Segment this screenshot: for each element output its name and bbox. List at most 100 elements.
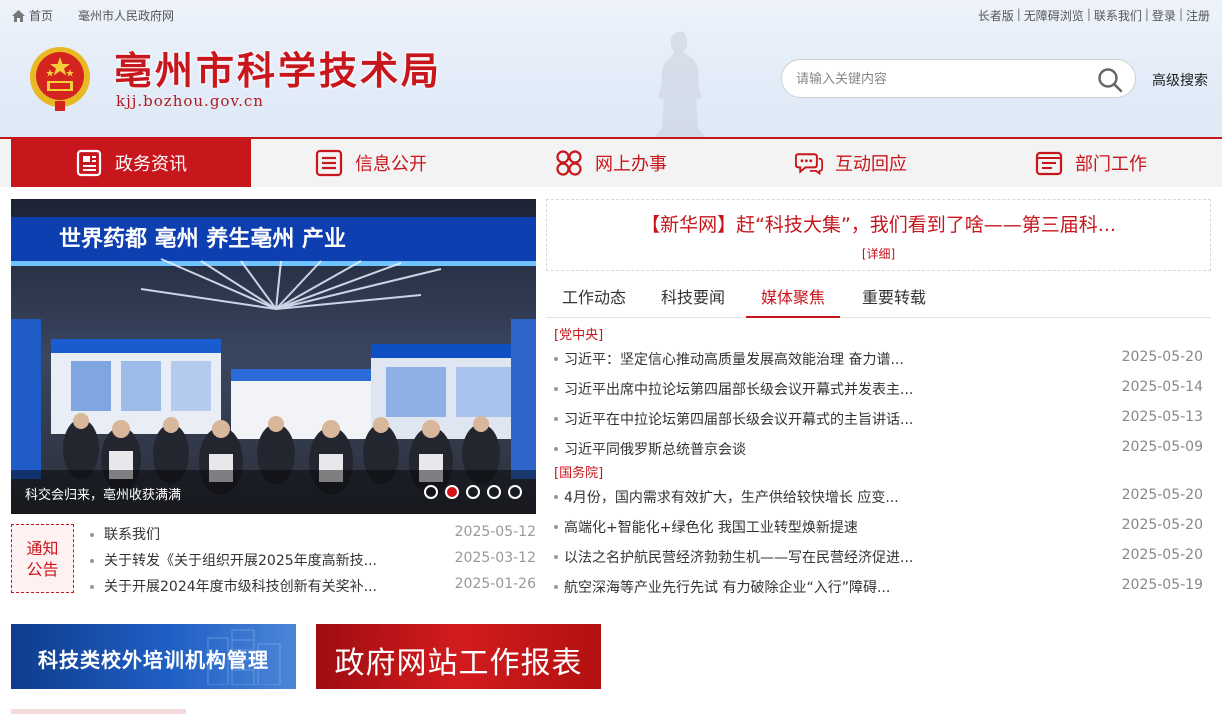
banner-image: 世界药都 亳州 养生亳州 产业 — [11, 199, 536, 514]
headline-more-link[interactable]: [详细] — [547, 245, 1210, 262]
register-link[interactable]: 注册 — [1186, 7, 1210, 24]
notice-title[interactable]: 关于转发《关于组织开展2025年度高新技... — [104, 550, 377, 570]
nav-item-news[interactable]: 政务资讯 — [11, 139, 251, 187]
bullet-icon — [554, 585, 558, 589]
news-doc-icon — [76, 149, 102, 177]
news-title[interactable]: 高端化+智能化+绿色化 我国工业转型焕新提速 — [564, 517, 858, 537]
promo-banner-training-orgs[interactable]: 科技类校外培训机构管理 — [11, 624, 296, 689]
chat-bubble-icon — [795, 153, 823, 176]
home-link-label: 首页 — [29, 9, 54, 23]
news-date: 2025-05-20 — [1121, 487, 1203, 503]
promo-text: 政府网站工作报表 — [334, 646, 583, 681]
search-box — [781, 59, 1136, 98]
national-emblem-icon — [30, 47, 90, 111]
tab-work-updates[interactable]: 工作动态 — [562, 284, 626, 318]
carousel-dot-2[interactable] — [445, 485, 459, 499]
nav-item-interaction[interactable]: 互动回应 — [731, 139, 971, 187]
bullet-icon — [554, 447, 558, 451]
carousel-dot-1[interactable] — [424, 485, 438, 499]
bullet-icon — [554, 555, 558, 559]
list-item[interactable]: 习近平出席中拉论坛第四届部长级会议开幕式并发表主... 2025-05-14 — [554, 379, 1211, 401]
banner-sign-text: 世界药都 亳州 养生亳州 产业 — [59, 226, 346, 252]
list-doc-icon — [315, 149, 343, 177]
list-item[interactable]: 习近平：坚定信心推动高质量发展高效能治理 奋力谱... 2025-05-20 — [554, 349, 1211, 371]
news-title[interactable]: 4月份，国内需求有效扩大，生产供给较快增长 应变... — [564, 487, 899, 507]
bullet-icon — [90, 585, 94, 589]
news-date: 2025-05-20 — [1121, 349, 1203, 365]
carousel-dots — [424, 485, 522, 499]
news-title[interactable]: 习近平出席中拉论坛第四届部长级会议开幕式并发表主... — [564, 379, 913, 399]
news-date: 2025-05-20 — [1121, 547, 1203, 563]
notice-date: 2025-03-12 — [454, 550, 536, 566]
tab-media-focus[interactable]: 媒体聚焦 — [746, 284, 841, 318]
news-title[interactable]: 习近平：坚定信心推动高质量发展高效能治理 奋力谱... — [564, 349, 904, 369]
notice-badge-line1: 通知 — [26, 539, 59, 558]
bullet-icon — [554, 417, 558, 421]
list-item[interactable]: 关于转发《关于组织开展2025年度高新技... 2025-03-12 — [90, 550, 536, 572]
divider: | — [1178, 7, 1183, 21]
accessibility-link[interactable]: 无障碍浏览 — [1024, 7, 1084, 24]
search-icon[interactable] — [1097, 67, 1123, 93]
bullet-icon — [554, 387, 558, 391]
notice-title[interactable]: 联系我们 — [104, 524, 160, 544]
news-title[interactable]: 习近平在中拉论坛第四届部长级会议开幕式的主旨讲话... — [564, 409, 913, 429]
bullet-icon — [554, 495, 558, 499]
notice-title[interactable]: 关于开展2024年度市级科技创新有关奖补... — [104, 576, 377, 596]
banner-caption-text[interactable]: 科交会归来，亳州收获满满 — [25, 484, 181, 503]
divider: | — [1086, 7, 1091, 21]
news-date: 2025-05-13 — [1121, 409, 1203, 425]
site-title: 亳州市科学技术局 — [114, 48, 443, 93]
nav-item-department[interactable]: 部门工作 — [971, 139, 1211, 187]
news-title[interactable]: 以法之名护航民营经济勃勃生机——写在民营经济促进... — [564, 547, 913, 567]
site-domain: kjj.bozhou.gov.cn — [116, 92, 264, 110]
group-label-state-council: [国务院] — [554, 466, 604, 481]
banner-caption: 科交会归来，亳州收获满满 — [11, 470, 536, 514]
elder-mode-link[interactable]: 长者版 — [978, 7, 1014, 24]
list-item[interactable]: 联系我们 2025-05-12 — [90, 524, 536, 546]
home-icon — [12, 9, 25, 22]
advanced-search-link[interactable]: 高级搜索 — [1152, 70, 1208, 90]
tab-reposts[interactable]: 重要转载 — [862, 284, 926, 318]
carousel-dot-3[interactable] — [466, 485, 480, 499]
bullet-icon — [554, 525, 558, 529]
nav-label: 网上办事 — [595, 154, 667, 175]
contact-link[interactable]: 联系我们 — [1094, 7, 1142, 24]
home-link[interactable]: 首页 — [12, 7, 53, 24]
list-item[interactable]: 以法之名护航民营经济勃勃生机——写在民营经济促进... 2025-05-20 — [554, 547, 1211, 569]
news-date: 2025-05-20 — [1121, 517, 1203, 533]
top-bar: 首页 毫州市人民政府网 长者版 | 无障碍浏览 | 联系我们 | 登录 | 注册 — [0, 0, 1222, 30]
nav-item-online-service[interactable]: 网上办事 — [491, 139, 731, 187]
tab-tech-news[interactable]: 科技要闻 — [661, 284, 725, 318]
list-item[interactable]: 习近平在中拉论坛第四届部长级会议开幕式的主旨讲话... 2025-05-13 — [554, 409, 1211, 431]
nav-label: 信息公开 — [355, 154, 427, 175]
news-date: 2025-05-09 — [1121, 439, 1203, 455]
headline-title[interactable]: 【新华网】赶“科技大集”，我们看到了啥——第三届科... — [547, 210, 1210, 237]
notice-badge[interactable]: 通知 公告 — [11, 524, 74, 593]
login-link[interactable]: 登录 — [1152, 7, 1176, 24]
gov-portal-link[interactable]: 毫州市人民政府网 — [78, 7, 174, 24]
nav-label: 互动回应 — [835, 154, 907, 175]
top-links: 长者版 | 无障碍浏览 | 联系我们 | 登录 | 注册 — [978, 7, 1210, 24]
news-date: 2025-05-14 — [1121, 379, 1203, 395]
main-nav: 政务资讯 信息公开 网上办事 互动回应 部门工作 — [0, 137, 1222, 187]
carousel-dot-5[interactable] — [508, 485, 522, 499]
list-item[interactable]: 4月份，国内需求有效扩大，生产供给较快增长 应变... 2025-05-20 — [554, 487, 1211, 509]
list-item[interactable]: 关于开展2024年度市级科技创新有关奖补... 2025-01-26 — [90, 576, 536, 598]
list-item[interactable]: 习近平同俄罗斯总统普京会谈 2025-05-09 — [554, 439, 1211, 461]
carousel-dot-4[interactable] — [487, 485, 501, 499]
banner-carousel[interactable]: 世界药都 亳州 养生亳州 产业 科交会归来，亳州收获满满 — [11, 199, 536, 514]
list-item[interactable]: 航空深海等产业先行先试 有力破除企业“入行”障碍... 2025-05-19 — [554, 577, 1211, 599]
group-label-central: [党中央] — [554, 328, 604, 343]
statue-watermark-icon — [654, 31, 706, 138]
nav-item-disclosure[interactable]: 信息公开 — [251, 139, 491, 187]
footer-strip — [11, 709, 186, 714]
nav-label: 部门工作 — [1075, 154, 1147, 175]
news-title[interactable]: 航空深海等产业先行先试 有力破除企业“入行”障碍... — [564, 577, 890, 597]
promo-banner-website-report[interactable]: 政府网站工作报表 — [316, 624, 601, 689]
search-input[interactable] — [796, 69, 1086, 89]
list-item[interactable]: 高端化+智能化+绿色化 我国工业转型焕新提速 2025-05-20 — [554, 517, 1211, 539]
divider: | — [1016, 7, 1021, 21]
nav-label: 政务资讯 — [115, 154, 187, 175]
news-title[interactable]: 习近平同俄罗斯总统普京会谈 — [564, 439, 746, 459]
folder-doc-icon — [1035, 151, 1063, 176]
